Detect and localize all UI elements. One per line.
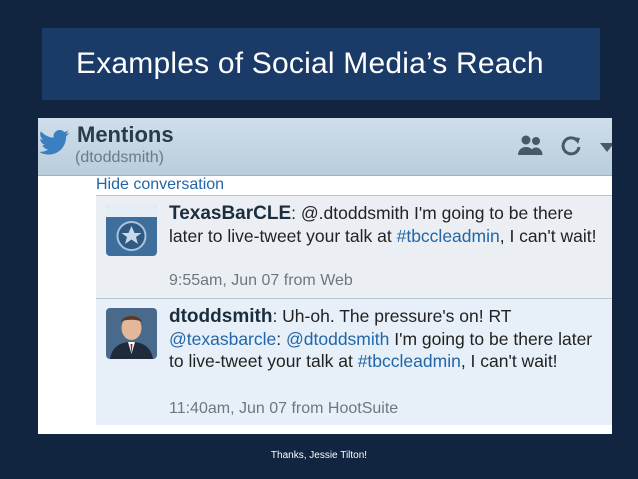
texasbarcle-logo-icon: [106, 205, 157, 256]
profile-photo-icon: [106, 308, 157, 359]
tweet-meta: 11:40am, Jun 07 from HootSuite: [169, 400, 399, 417]
people-icon[interactable]: [517, 134, 545, 156]
hide-conversation-link[interactable]: Hide conversation: [96, 176, 224, 194]
mentions-header: Mentions (dtoddsmith): [38, 118, 612, 176]
dropdown-arrow-icon[interactable]: [599, 140, 612, 154]
hashtag-link[interactable]: #tbccleadmin: [358, 351, 461, 371]
mentions-title: Mentions: [77, 122, 174, 147]
hashtag-link[interactable]: #tbccleadmin: [397, 226, 500, 246]
mentions-username: (dtoddsmith): [75, 149, 164, 166]
tweet-item: dtoddsmith: Uh-oh. The pressure's on! RT…: [96, 298, 612, 425]
mention-link[interactable]: @dtoddsmith: [286, 329, 389, 349]
twitter-bird-icon: [39, 130, 70, 155]
avatar: [106, 205, 157, 256]
tweet-item: TexasBarCLE: @.dtoddsmith I'm going to b…: [96, 195, 612, 298]
slide-title: Examples of Social Media’s Reach: [76, 47, 544, 80]
tweet-text: dtoddsmith: Uh-oh. The pressure's on! RT…: [169, 306, 593, 371]
tweet-username[interactable]: dtoddsmith: [169, 306, 272, 327]
slide-caption: Thanks, Jessie Tilton!: [270, 450, 368, 461]
avatar: [106, 308, 157, 359]
mention-link[interactable]: @texasbarcle: [169, 329, 276, 349]
tweet-text: TexasBarCLE: @.dtoddsmith I'm going to b…: [169, 203, 597, 246]
slide-title-bar: Examples of Social Media’s Reach: [42, 28, 600, 100]
twitter-mentions-screenshot: Mentions (dtoddsmith) Hide conversation: [38, 118, 612, 434]
tweet-meta: 9:55am, Jun 07 from Web: [169, 272, 353, 289]
tweet-username[interactable]: TexasBarCLE: [169, 203, 291, 224]
refresh-icon[interactable]: [560, 134, 582, 156]
